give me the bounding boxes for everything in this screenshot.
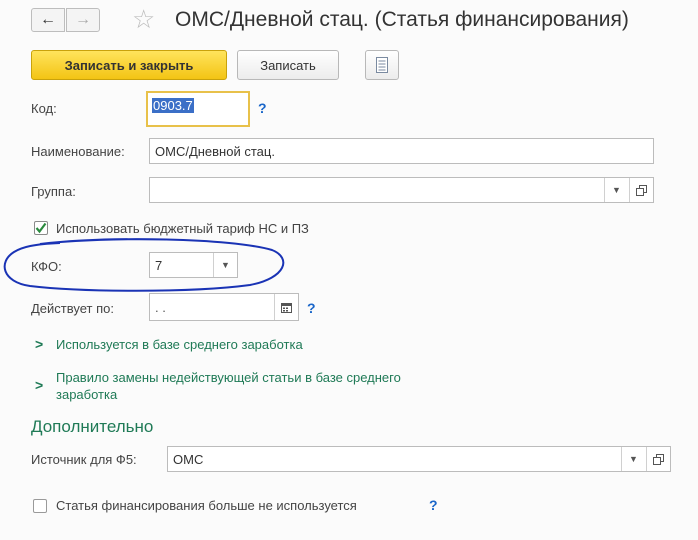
open-window-icon [636, 184, 647, 196]
forward-button[interactable]: → [66, 8, 100, 32]
not-used-label: Статья финансирования больше не использу… [56, 498, 357, 513]
additional-section-heading: Дополнительно [31, 417, 154, 436]
valid-until-value: . . [155, 299, 166, 315]
name-label: Наименование: [31, 144, 125, 159]
valid-until-help-icon[interactable]: ? [307, 300, 316, 316]
name-value: ОМС/Дневной стац. [155, 143, 275, 159]
group-dropdown-button[interactable]: ▼ [604, 178, 628, 202]
source-f5-value: ОМС [173, 451, 204, 467]
code-value: 0903.7 [152, 98, 194, 113]
calendar-icon [281, 302, 292, 313]
replace-rule-group-link[interactable]: Правило замены недействующей статьи в ба… [56, 370, 401, 385]
group-label: Группа: [31, 184, 76, 199]
hand-drawn-circle-annotation [3, 238, 285, 292]
page-title: ОМС/Дневной стац. (Статья финансирования… [175, 8, 629, 31]
not-used-help-icon[interactable]: ? [429, 497, 438, 513]
code-help-icon[interactable]: ? [258, 100, 267, 116]
save-button[interactable]: Записать [237, 50, 339, 80]
save-and-close-button[interactable]: Записать и закрыть [31, 50, 227, 80]
source-f5-label: Источник для Ф5: [31, 452, 137, 467]
favorite-star-icon[interactable]: ☆ [132, 4, 155, 34]
chevron-down-icon: ▼ [612, 185, 621, 195]
save-and-close-label: Записать и закрыть [64, 57, 194, 73]
valid-until-date-field[interactable]: . . [149, 293, 299, 321]
code-field[interactable]: 0903.7 [146, 91, 250, 127]
group-open-button[interactable] [629, 178, 653, 202]
avg-salary-group-link[interactable]: Используется в базе среднего заработка [56, 337, 303, 352]
not-used-checkbox[interactable] [33, 499, 47, 513]
name-field[interactable]: ОМС/Дневной стац. [149, 138, 654, 164]
budget-tariff-label: Использовать бюджетный тариф НС и ПЗ [56, 221, 309, 236]
group-field[interactable]: ▼ [149, 177, 654, 203]
valid-until-label: Действует по: [31, 301, 114, 316]
replace-rule-group-link-cont[interactable]: заработка [56, 387, 117, 402]
calendar-button[interactable] [274, 294, 298, 320]
document-list-icon [376, 57, 388, 73]
source-f5-dropdown-button[interactable]: ▼ [621, 447, 645, 471]
source-f5-open-button[interactable] [646, 447, 670, 471]
chevron-down-icon: ▼ [629, 454, 638, 464]
arrow-right-icon: → [75, 11, 91, 28]
source-f5-field[interactable]: ОМС ▼ [167, 446, 671, 472]
chevron-right-icon[interactable]: > [35, 377, 43, 393]
chevron-right-icon[interactable]: > [35, 336, 43, 352]
report-button[interactable] [365, 50, 399, 80]
back-button[interactable]: ← [31, 8, 65, 32]
checkmark-icon [35, 222, 47, 234]
code-label: Код: [31, 101, 57, 116]
arrow-left-icon: ← [40, 11, 56, 28]
open-window-icon [653, 453, 664, 465]
save-label: Записать [260, 57, 316, 73]
budget-tariff-checkbox[interactable] [34, 221, 48, 235]
